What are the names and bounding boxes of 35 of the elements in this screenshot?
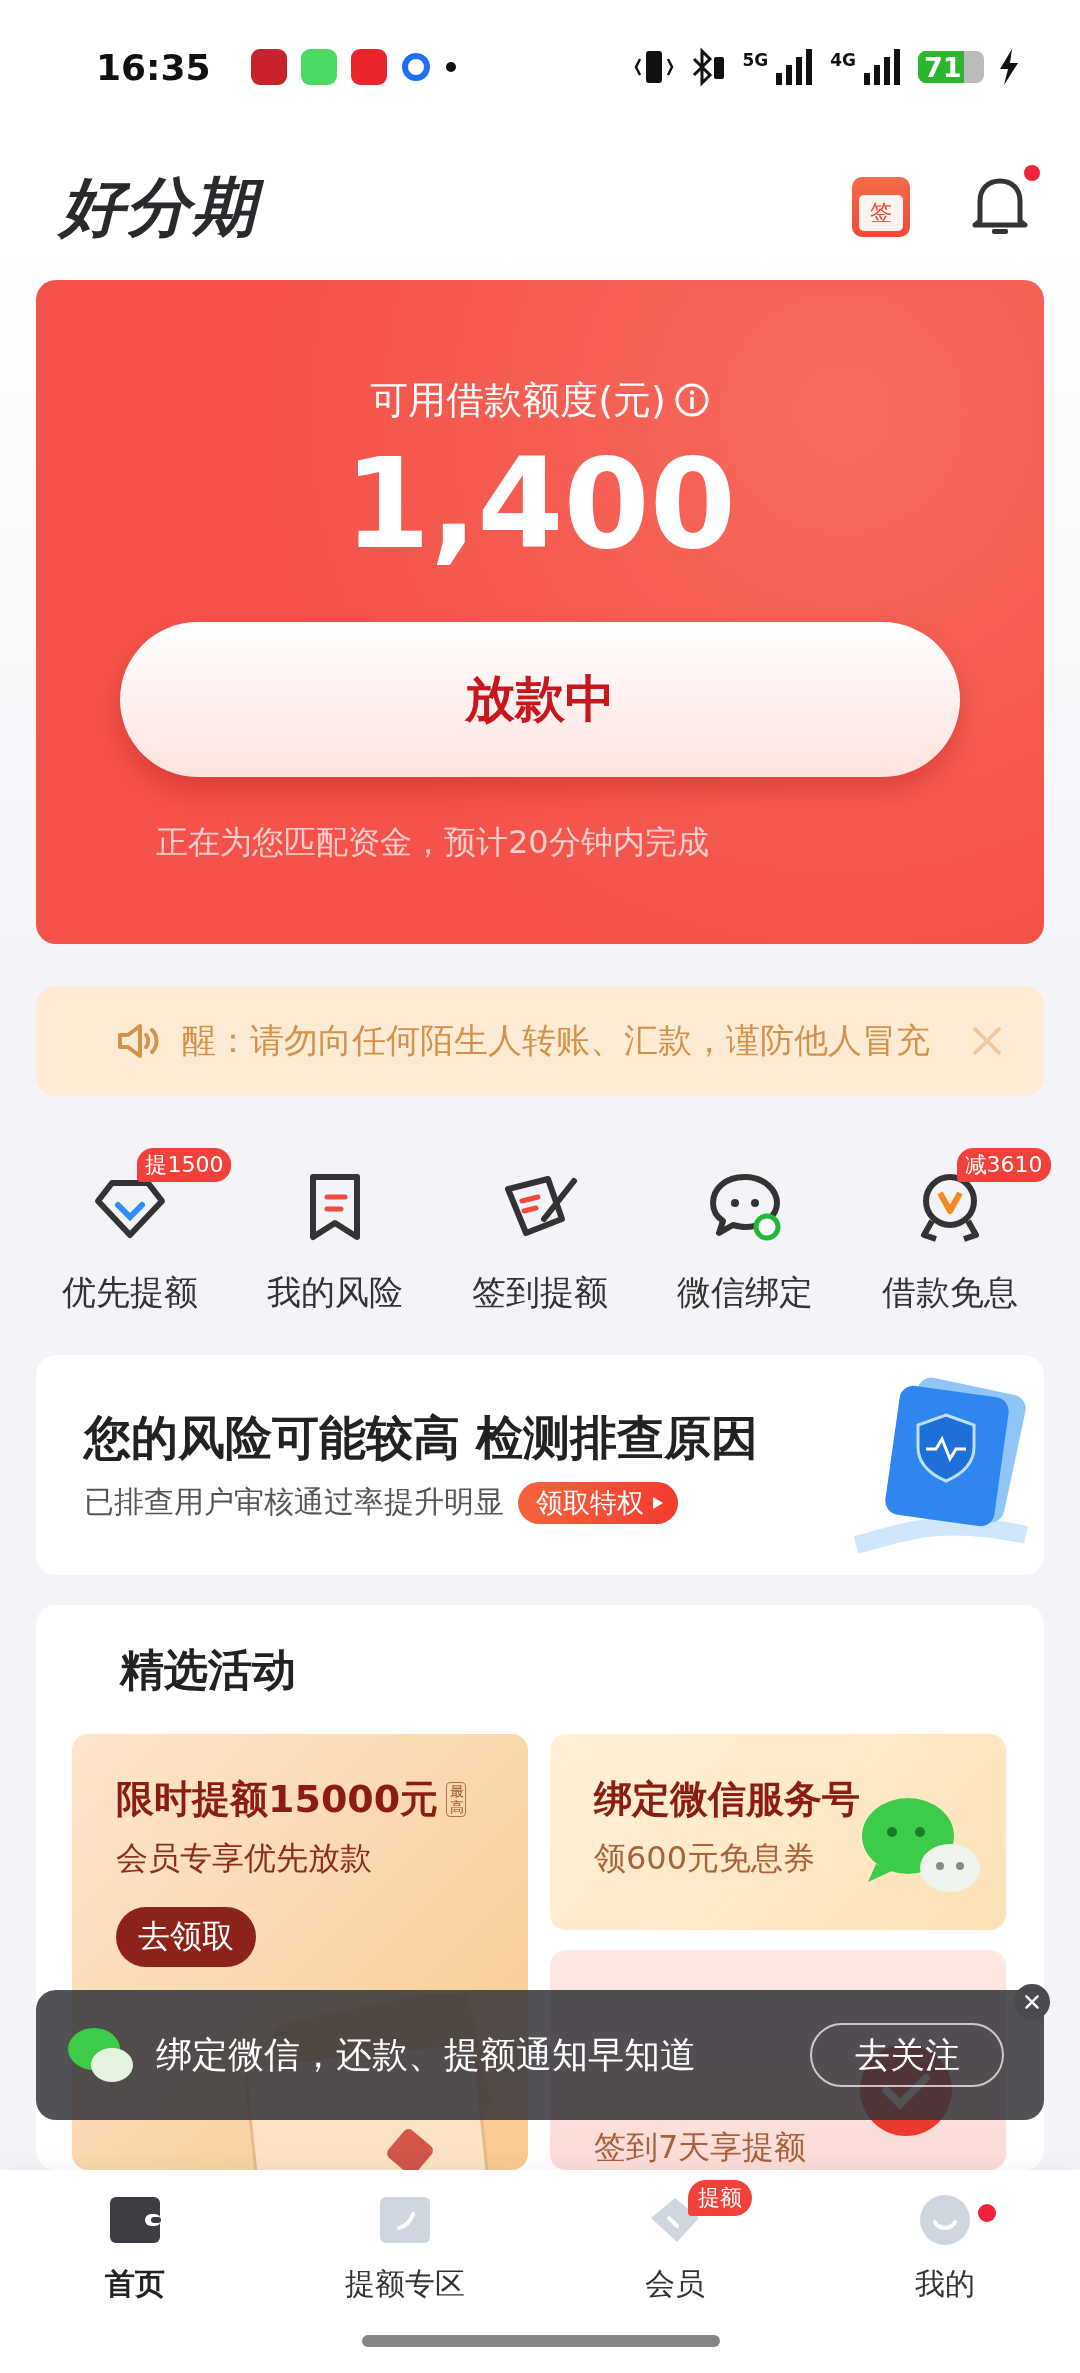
activity-tag: 最高	[446, 1782, 466, 1817]
section-title: 精选活动	[120, 1643, 297, 1697]
shortcut-item[interactable]: 我的风险	[267, 1270, 404, 1317]
network-label: 4G	[830, 50, 856, 70]
activity-title: 绑定微信服务号	[594, 1776, 860, 1823]
shortcut-item[interactable]: 签到提额	[472, 1270, 608, 1317]
follow-button[interactable]: 去关注	[810, 2023, 1004, 2087]
shortcut-badge: 提1500	[137, 1148, 232, 1183]
credit-label: 可用借款额度(元)	[370, 376, 666, 424]
notice-text: 醒：请勿向任何陌生人转账、汇款，谨防他人冒充	[182, 1019, 931, 1063]
activity-card[interactable]: 绑定微信服务号 领600元免息券	[550, 1734, 1006, 1930]
risk-title: 您的风险可能较高 检测排查原因	[84, 1408, 759, 1467]
tab-item[interactable]: 提额 会员	[540, 2180, 810, 2334]
checkin-button[interactable]: 签	[852, 177, 910, 238]
loan-note: 正在为您匹配资金，预计20分钟内完成	[156, 822, 709, 863]
credit-amount: 1,400	[343, 435, 737, 572]
activity-subtitle: 领600元免息券	[594, 1838, 817, 1879]
shortcut-item[interactable]: 借款免息	[881, 1270, 1018, 1317]
loan-status-button[interactable]: 放款中	[120, 622, 960, 777]
activity-subtitle: 会员专享优先放款	[116, 1838, 373, 1879]
claim-button[interactable]: 领取特权	[518, 1481, 678, 1524]
battery-indicator: 71	[918, 51, 984, 84]
activity-subtitle: 签到7天享提额	[594, 2127, 808, 2168]
tab-item[interactable]: 我的	[810, 2180, 1080, 2334]
status-time: 16:35	[96, 47, 211, 88]
network-label: 5G	[742, 50, 769, 70]
claim-button[interactable]: 去领取	[116, 1907, 256, 1967]
tab-item[interactable]: 提额专区	[270, 2180, 540, 2334]
risk-subtitle: 已排查用户审核通过率提升明显	[84, 1483, 504, 1522]
activity-title: 限时提额15000元	[116, 1776, 439, 1823]
tab-item[interactable]: 首页	[0, 2180, 270, 2334]
shortcut-item[interactable]: 微信绑定	[676, 1270, 813, 1317]
shortcut-badge: 减3610	[956, 1148, 1051, 1183]
tab-badge: 提额	[688, 2180, 752, 2216]
shortcut-item[interactable]: 优先提额	[62, 1270, 199, 1317]
